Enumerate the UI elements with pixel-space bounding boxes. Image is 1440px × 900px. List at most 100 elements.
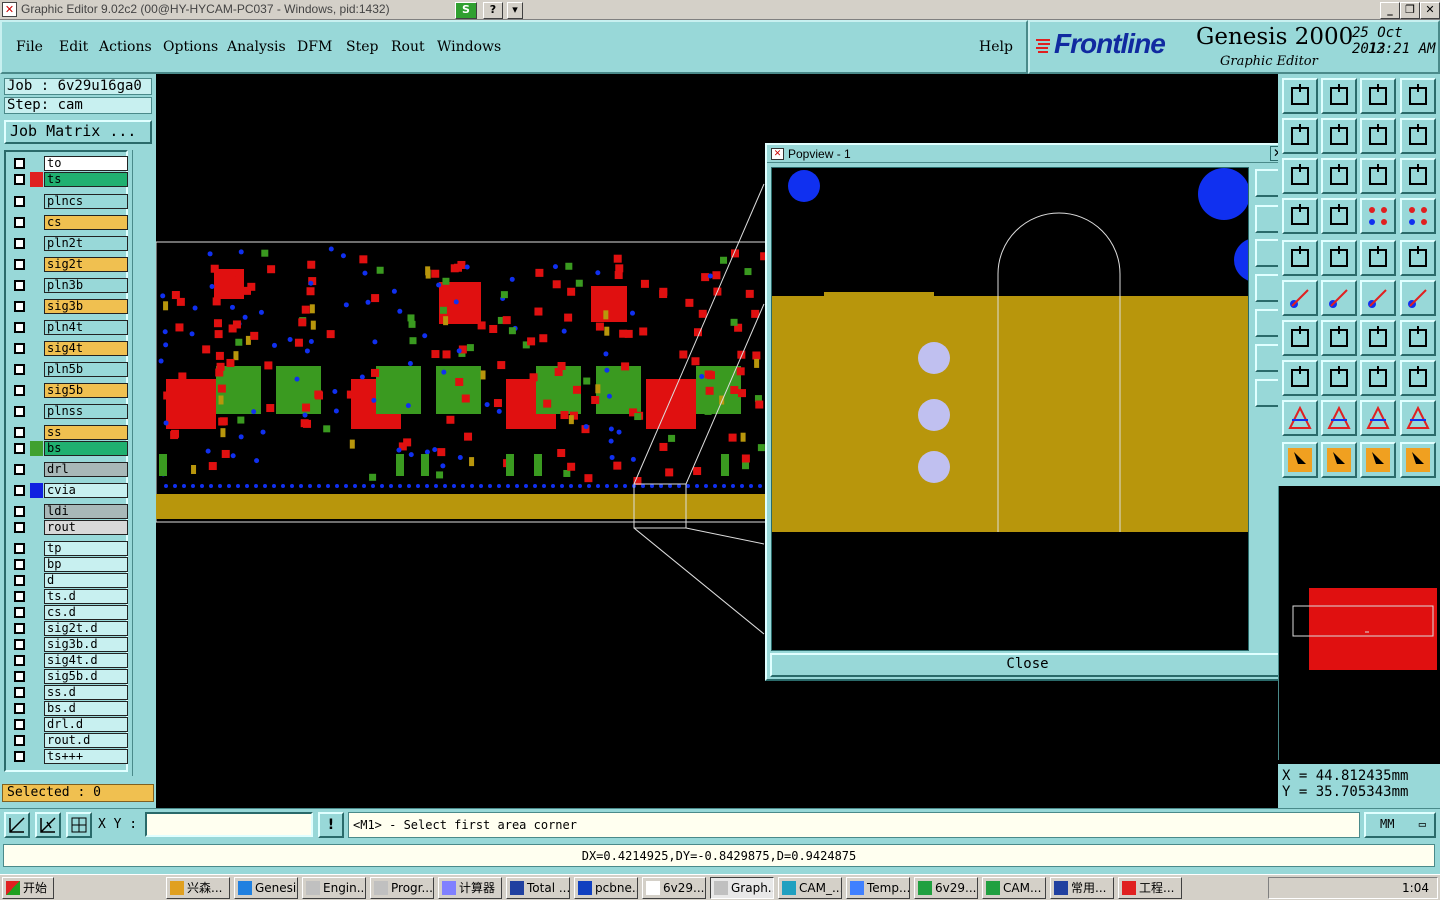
layer-checkbox[interactable] [14, 575, 25, 586]
tool-merge-icon[interactable] [1400, 320, 1436, 356]
tool-pan-icon[interactable] [1321, 158, 1357, 194]
layer-name[interactable]: sig2t [44, 257, 128, 272]
menu-analysis[interactable]: Analysis [227, 39, 286, 55]
layer-color-swatch[interactable] [30, 462, 43, 477]
layer-name[interactable]: ts [44, 172, 128, 187]
tool-settings-icon[interactable] [1282, 198, 1318, 234]
tool-right-icon[interactable] [1321, 118, 1357, 154]
layer-name[interactable]: pln2t [44, 236, 128, 251]
tool-tri-2-icon[interactable] [1321, 400, 1357, 436]
xy-input[interactable] [145, 812, 313, 837]
taskbar-item[interactable]: 工程... [1118, 877, 1182, 899]
menu-edit[interactable]: Edit [59, 39, 88, 55]
menu-help[interactable]: Help [979, 39, 1013, 55]
tool-scale-icon[interactable] [1360, 158, 1396, 194]
tool-undo-icon[interactable] [1360, 118, 1396, 154]
menu-actions[interactable]: Actions [99, 39, 152, 55]
layer-checkbox[interactable] [14, 280, 25, 291]
layer-color-swatch[interactable] [30, 320, 43, 335]
minimize-button[interactable]: _ [1380, 2, 1400, 19]
taskbar-item[interactable]: 常用... [1050, 877, 1114, 899]
tool-sep-icon[interactable] [1321, 360, 1357, 396]
taskbar-item[interactable]: 计算器 [438, 877, 502, 899]
layer-color-swatch[interactable] [30, 733, 43, 748]
layer-name[interactable]: sig3b.d [44, 637, 128, 652]
layer-color-swatch[interactable] [30, 557, 43, 572]
taskbar-item[interactable]: Engin... [302, 877, 366, 899]
layer-checkbox[interactable] [14, 485, 25, 496]
angle-tool-icon[interactable] [35, 812, 61, 838]
layer-color-swatch[interactable] [30, 520, 43, 535]
layer-name[interactable]: ss [44, 425, 128, 440]
tool-net-red2-icon[interactable] [1400, 198, 1436, 234]
menu-step[interactable]: Step [346, 39, 378, 55]
layer-name[interactable]: pln5b [44, 362, 128, 377]
layer-color-swatch[interactable] [30, 573, 43, 588]
tool-blue-2-icon[interactable] [1321, 280, 1357, 316]
layer-color-swatch[interactable] [30, 299, 43, 314]
layer-name[interactable]: tp [44, 541, 128, 556]
layer-checkbox[interactable] [14, 406, 25, 417]
close-button[interactable]: ✕ [1420, 2, 1440, 19]
layer-checkbox[interactable] [14, 735, 25, 746]
layer-checkbox[interactable] [14, 464, 25, 475]
taskbar-item[interactable]: pcbne... [574, 877, 638, 899]
layer-color-swatch[interactable] [30, 236, 43, 251]
s-toggle-icon[interactable]: S [455, 2, 477, 19]
layer-checkbox[interactable] [14, 639, 25, 650]
taskbar-item[interactable]: Graph... [710, 877, 774, 899]
layer-color-swatch[interactable] [30, 257, 43, 272]
layer-color-swatch[interactable] [30, 504, 43, 519]
layer-name[interactable]: to [44, 156, 128, 171]
layer-name[interactable]: plncs [44, 194, 128, 209]
popview-close-button[interactable]: Close [770, 653, 1285, 677]
layer-checkbox[interactable] [14, 655, 25, 666]
menu-options[interactable]: Options [163, 39, 218, 55]
tool-arc-icon[interactable] [1360, 320, 1396, 356]
layer-color-swatch[interactable] [30, 749, 43, 764]
tool-save-icon[interactable] [1321, 78, 1357, 114]
layer-checkbox[interactable] [14, 322, 25, 333]
layer-name[interactable]: sig4t [44, 341, 128, 356]
layer-checkbox[interactable] [14, 427, 25, 438]
menu-dfm[interactable]: DFM [297, 39, 332, 55]
layer-name[interactable]: cs.d [44, 605, 128, 620]
layer-color-swatch[interactable] [30, 605, 43, 620]
layer-color-swatch[interactable] [30, 701, 43, 716]
tool-route-icon[interactable] [1400, 442, 1436, 478]
tool-group-icon[interactable] [1400, 360, 1436, 396]
tool-draw-icon[interactable] [1282, 240, 1318, 276]
layer-name[interactable]: sig2t.d [44, 621, 128, 636]
layer-checkbox[interactable] [14, 385, 25, 396]
tool-redo-icon[interactable] [1400, 118, 1436, 154]
tool-left-icon[interactable] [1282, 118, 1318, 154]
tool-measure-icon[interactable] [1360, 360, 1396, 396]
tool-snap-icon[interactable] [1282, 360, 1318, 396]
exclaim-icon[interactable]: ! [318, 812, 344, 838]
taskbar-item[interactable]: 6v29... [914, 877, 978, 899]
layer-color-swatch[interactable] [30, 717, 43, 732]
layer-name[interactable]: sig3b [44, 299, 128, 314]
layer-name[interactable]: sig4t.d [44, 653, 128, 668]
menu-windows[interactable]: Windows [437, 39, 501, 55]
layer-name[interactable]: d [44, 573, 128, 588]
tool-pad-icon[interactable] [1400, 240, 1436, 276]
layer-checkbox[interactable] [14, 259, 25, 270]
layer-checkbox[interactable] [14, 719, 25, 730]
layer-color-swatch[interactable] [30, 483, 43, 498]
layer-color-swatch[interactable] [30, 425, 43, 440]
layer-checkbox[interactable] [14, 751, 25, 762]
layer-name[interactable]: plnss [44, 404, 128, 419]
layer-color-swatch[interactable] [30, 194, 43, 209]
layer-color-swatch[interactable] [30, 215, 43, 230]
layer-checkbox[interactable] [14, 522, 25, 533]
layer-checkbox[interactable] [14, 443, 25, 454]
layer-color-swatch[interactable] [30, 341, 43, 356]
tool-window-icon[interactable] [1400, 78, 1436, 114]
layer-name[interactable]: bp [44, 557, 128, 572]
dropdown-icon[interactable]: ▾ [507, 2, 523, 19]
layer-name[interactable]: pln3b [44, 278, 128, 293]
layer-name[interactable]: bs [44, 441, 128, 456]
layer-color-swatch[interactable] [30, 156, 43, 171]
taskbar-item[interactable]: Progr... [370, 877, 434, 899]
